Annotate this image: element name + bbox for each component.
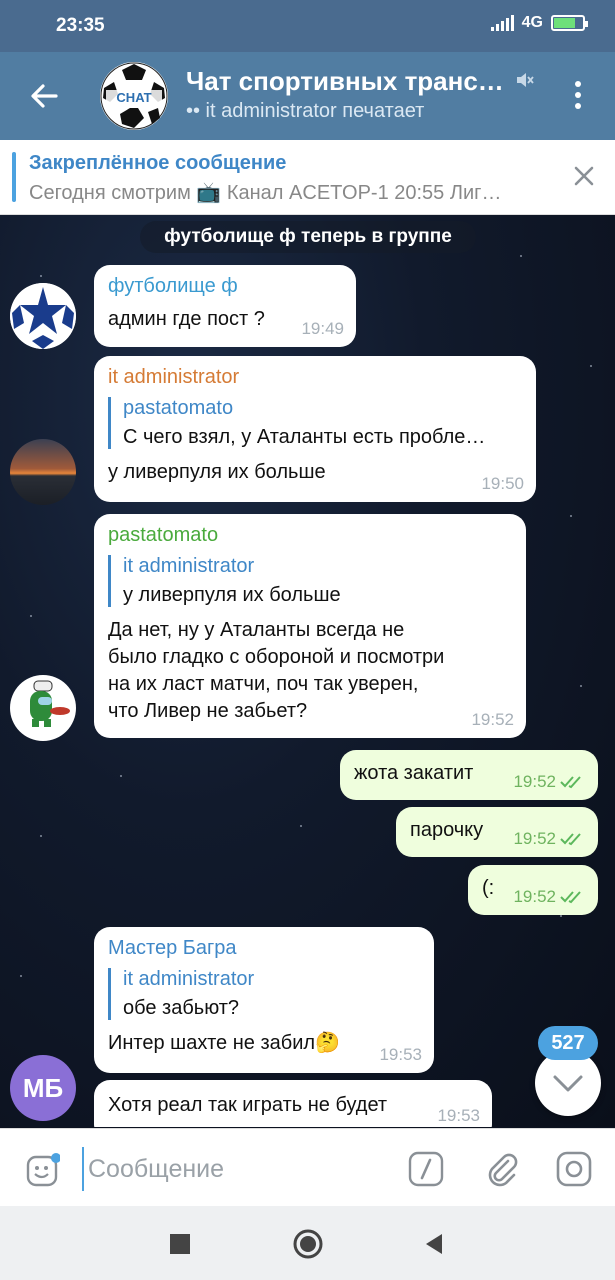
message-bubble[interactable]: Мастер Багра it administrator обе забьют…	[94, 927, 434, 1073]
pinned-bar	[12, 152, 16, 202]
reply-name: pastatomato	[123, 397, 234, 419]
outgoing-message[interactable]: (: 19:52	[468, 865, 598, 915]
reply-text: обе забьют?	[123, 997, 240, 1019]
read-checkmarks-icon	[560, 833, 581, 846]
read-checkmarks-icon	[560, 891, 581, 904]
camera-icon[interactable]	[556, 1151, 592, 1187]
message-sender[interactable]: it administrator	[108, 366, 522, 389]
soccer-ball-icon: CHAT	[100, 62, 168, 130]
pinned-title: Закреплённое сообщение	[29, 152, 287, 174]
message-time: 19:53	[379, 1045, 422, 1064]
message-bubble[interactable]: Хотя реал так играть не будет 19:53	[94, 1080, 492, 1127]
avatar-it-administrator[interactable]	[10, 439, 76, 505]
message-sender[interactable]: футболище ф	[108, 275, 342, 298]
network-label: 4G	[521, 14, 543, 31]
reply-text: у ливерпуля их больше	[123, 584, 341, 606]
sticker-emoji-icon[interactable]	[26, 1153, 60, 1187]
more-menu-icon[interactable]	[568, 78, 588, 114]
message-time: 19:49	[301, 319, 344, 338]
message-text: у ливерпуля их больше	[108, 461, 326, 483]
attach-paperclip-icon[interactable]	[484, 1151, 520, 1187]
status-time: 23:35	[56, 15, 105, 36]
champions-ball-icon	[10, 283, 76, 349]
unread-count-badge[interactable]: 527	[538, 1026, 598, 1060]
message-text: Да нет, ну у Аталанты всегда не было гла…	[108, 619, 445, 722]
avatar-master-bagra[interactable]: МБ	[10, 1055, 76, 1121]
signal-icon	[490, 15, 514, 31]
service-message: футболище ф теперь в группе	[140, 221, 476, 253]
message-bubble[interactable]: pastatomato it administrator у ливерпуля…	[94, 514, 526, 738]
chat-avatar-text: CHAT	[116, 90, 151, 105]
message-time: 19:52	[513, 829, 556, 848]
chat-avatar[interactable]: CHAT	[100, 62, 168, 130]
reply-quote[interactable]: pastatomato С чего взял, у Аталанты есть…	[108, 397, 522, 449]
chat-title[interactable]: Чат спортивных транс…	[186, 66, 504, 97]
muted-icon	[517, 73, 534, 87]
message-text: Хотя реал так играть не будет	[108, 1094, 388, 1116]
chat-area[interactable]: футболище ф теперь в группе футболище ф …	[0, 215, 615, 1127]
message-input-bar	[0, 1128, 615, 1207]
reply-quote[interactable]: it administrator у ливерпуля их больше	[108, 555, 512, 607]
battery-icon	[551, 15, 588, 31]
message-sender[interactable]: pastatomato	[108, 524, 512, 547]
message-sender[interactable]: Мастер Багра	[108, 937, 420, 960]
outgoing-message[interactable]: жота закатит 19:52	[340, 750, 598, 800]
typing-status: •• it administrator печатает	[186, 100, 425, 122]
status-bar: 23:35 4G	[0, 0, 615, 52]
read-checkmarks-icon	[560, 776, 581, 789]
back-icon[interactable]	[424, 1232, 444, 1256]
close-icon[interactable]	[570, 162, 598, 190]
back-arrow-icon[interactable]	[28, 80, 60, 112]
message-time: 19:52	[471, 710, 514, 729]
message-time: 19:53	[437, 1106, 480, 1125]
message-bubble[interactable]: футболище ф админ где пост ? 19:49	[94, 265, 356, 347]
android-nav-bar	[0, 1206, 615, 1280]
message-time: 19:52	[513, 772, 556, 791]
reply-text: С чего взял, у Аталанты есть пробле…	[123, 426, 486, 448]
message-time: 19:52	[513, 887, 556, 906]
avatar-pastatomato[interactable]	[10, 675, 76, 741]
pinned-text: Сегодня смотрим 📺 Канал ACETOP-1 20:55 Л…	[29, 182, 502, 204]
message-bubble[interactable]: it administrator pastatomato С чего взял…	[94, 356, 536, 502]
reply-name: it administrator	[123, 968, 255, 990]
outgoing-message[interactable]: парочку 19:52	[396, 807, 598, 857]
among-us-chef-icon	[30, 680, 70, 727]
reply-name: it administrator	[123, 555, 255, 577]
chat-header: CHAT Чат спортивных транс… •• it adminis…	[0, 52, 615, 140]
avatar-futbolishe[interactable]	[10, 283, 76, 349]
home-icon[interactable]	[292, 1228, 324, 1260]
pinned-message[interactable]: Закреплённое сообщение Сегодня смотрим 📺…	[0, 140, 615, 215]
bot-command-icon[interactable]	[408, 1151, 444, 1187]
reply-quote[interactable]: it administrator обе забьют?	[108, 968, 420, 1020]
message-text: Интер шахте не забил🤔	[108, 1032, 340, 1054]
message-time: 19:50	[481, 474, 524, 493]
message-input[interactable]	[82, 1147, 390, 1191]
recent-apps-icon[interactable]	[170, 1234, 190, 1254]
